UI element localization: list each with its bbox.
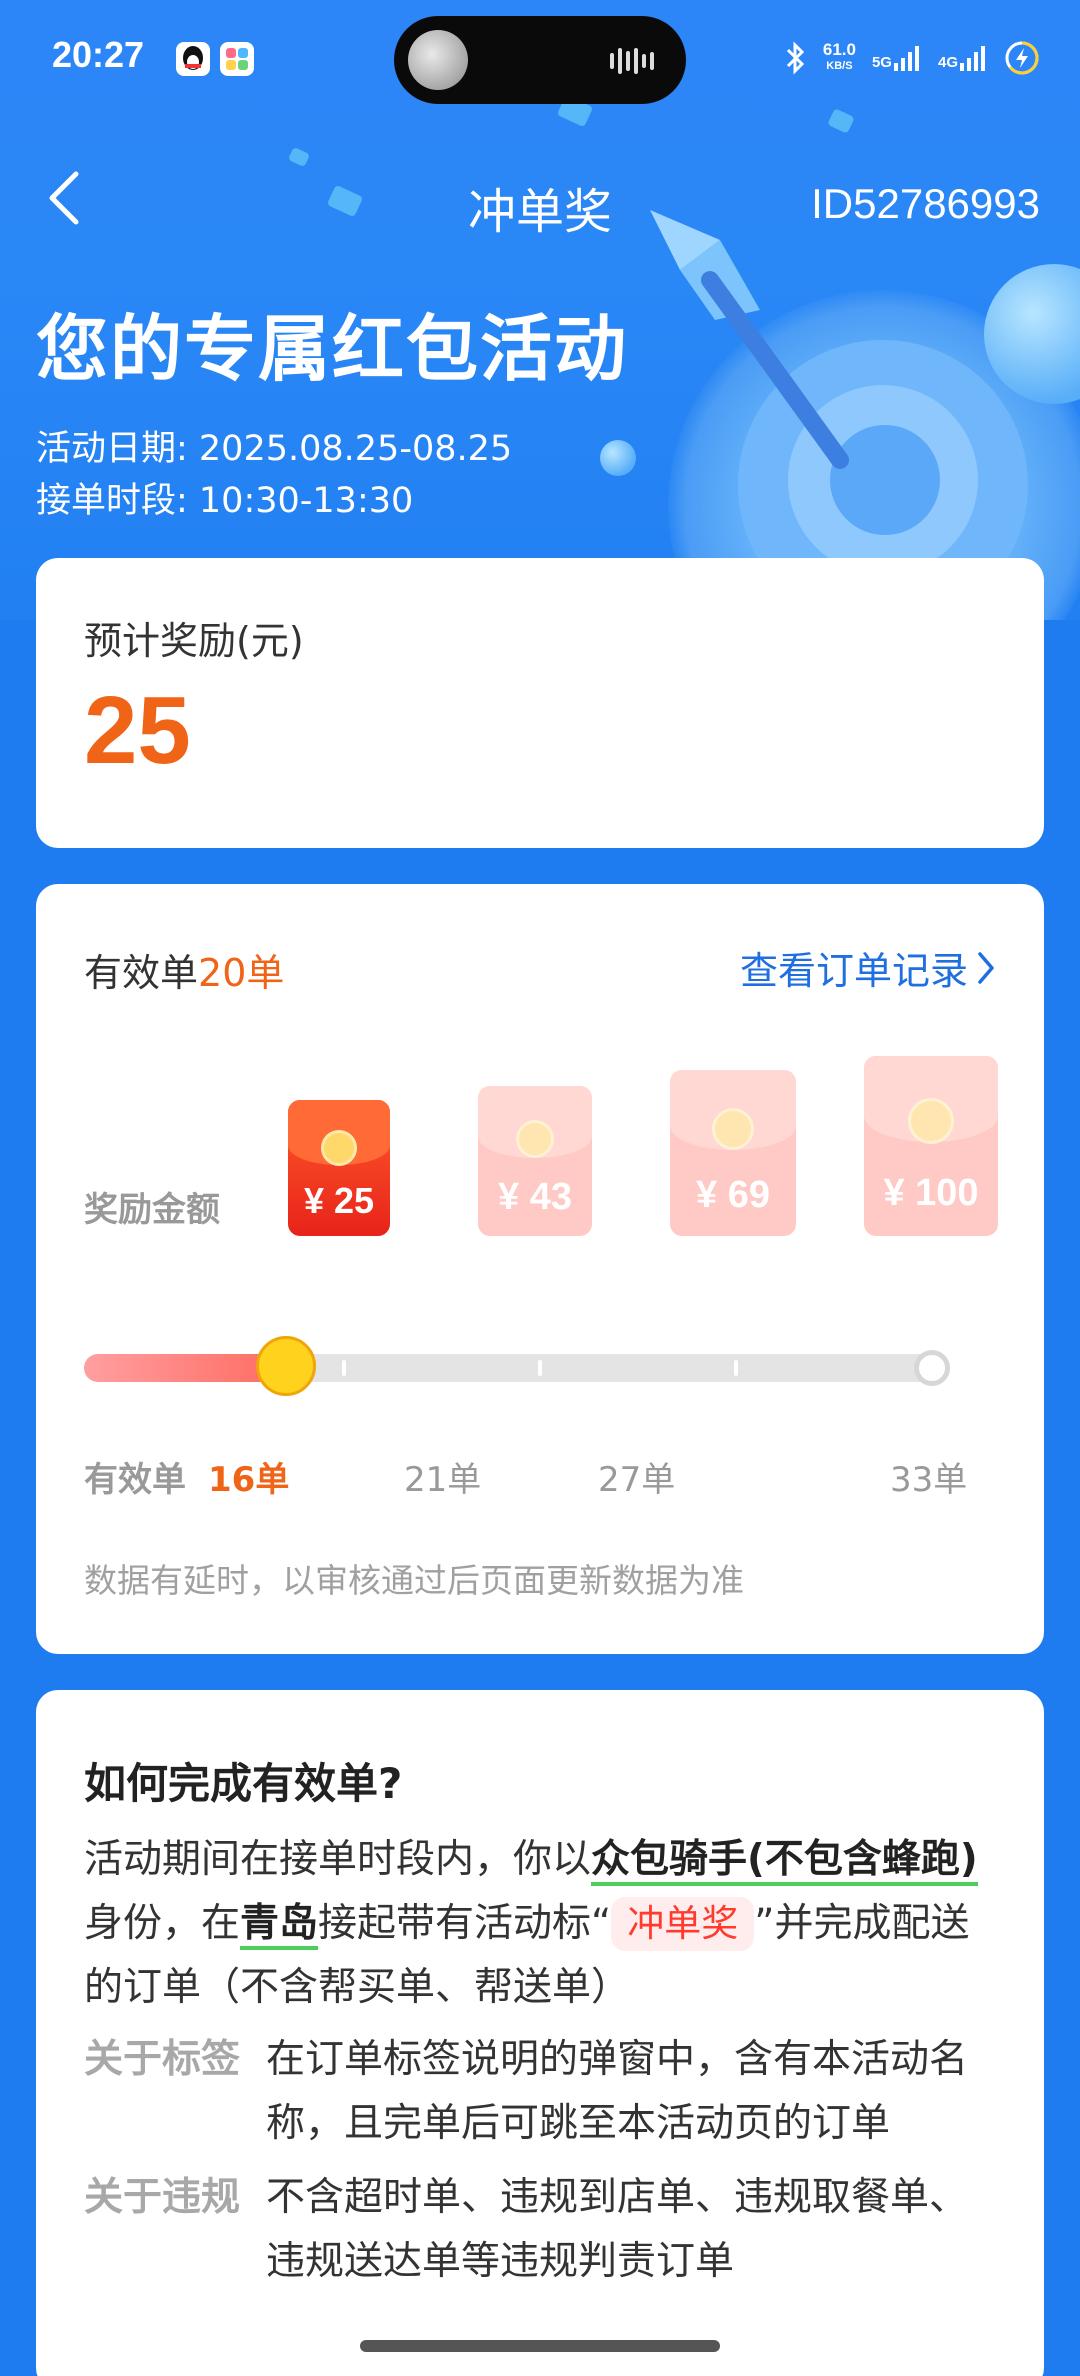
red-envelope-tier-1[interactable]: ¥ 25 xyxy=(288,1100,390,1236)
estimated-reward-value: 25 xyxy=(84,677,191,784)
rider-id: ID52786993 xyxy=(811,180,1040,227)
tier-amount: ¥ 25 xyxy=(303,1180,375,1221)
activity-date: 活动日期: 2025.08.25-08.25 xyxy=(36,429,513,469)
progress-card: 有效单20单 查看订单记录 奖励金额 ¥ 25 ¥ 43 ¥ 69 ¥ 100 … xyxy=(36,884,1044,1654)
rules-text: 活动期间在接单时段内，你以 xyxy=(84,1837,592,1882)
view-order-records-label: 查看订单记录 xyxy=(739,949,968,993)
estimated-reward-card: 预计奖励(元) 25 xyxy=(36,558,1044,848)
progress-tick xyxy=(342,1360,346,1376)
signal-4g-label: 4G xyxy=(937,54,958,71)
dynamic-island[interactable] xyxy=(394,16,686,104)
valid-orders-prefix: 有效单 xyxy=(84,951,199,995)
scale-label: 16单 xyxy=(208,1460,290,1500)
red-envelope-tier-3[interactable]: ¥ 69 xyxy=(670,1070,796,1236)
rule-value: 在订单标签说明的弹窗中，含有本活动名称，且完单后可跳至本活动页的订单 xyxy=(266,2037,969,2146)
dart-icon xyxy=(650,210,849,469)
city-highlight: 青岛 xyxy=(240,1901,319,1950)
red-envelope-tier-2[interactable]: ¥ 43 xyxy=(478,1086,592,1236)
tier-amount: ¥ 43 xyxy=(498,1176,572,1218)
coin-icon xyxy=(712,1108,754,1150)
order-time-period: 接单时段: 10:30-13:30 xyxy=(36,481,414,521)
tier-amount: ¥ 100 xyxy=(883,1172,979,1214)
island-avatar xyxy=(408,30,468,90)
audio-wave-icon xyxy=(610,48,660,74)
scale-label: 33单 xyxy=(890,1460,968,1500)
net-speed: 61.0 KB/S xyxy=(822,40,856,74)
tier-amount: ¥ 69 xyxy=(696,1174,770,1216)
scale-label: 21单 xyxy=(404,1460,482,1500)
activity-tag: 冲单奖 xyxy=(611,1897,755,1951)
reward-amount-label: 奖励金额 xyxy=(84,1190,220,1230)
bluetooth-icon xyxy=(786,41,804,75)
progress-end-marker xyxy=(914,1350,950,1386)
rule-about-tag: 关于标签 在订单标签说明的弹窗中，含有本活动名称，且完单后可跳至本活动页的订单 xyxy=(84,2028,1004,2156)
net-speed-value: 61.0 xyxy=(822,40,856,59)
coin-icon xyxy=(321,1130,357,1166)
coin-icon xyxy=(516,1120,554,1158)
scale-label-valid: 有效单 xyxy=(84,1460,186,1500)
coin-icon xyxy=(908,1098,954,1144)
rules-text: 身份，在 xyxy=(84,1901,241,1946)
home-indicator[interactable] xyxy=(360,2340,720,2352)
status-time: 20:27 xyxy=(52,34,145,75)
signal-5g-label: 5G xyxy=(871,54,892,71)
view-order-records-link[interactable]: 查看订单记录 xyxy=(740,940,996,995)
progress-knob xyxy=(256,1336,316,1396)
status-indicators: 61.0 KB/S 5G 4G xyxy=(785,38,1040,78)
battery-charging-icon xyxy=(1005,41,1039,75)
qq-app-icon xyxy=(176,42,210,76)
rules-paragraph: 活动期间在接单时段内，你以众包骑手(不包含蜂跑) 身份，在青岛接起带有活动标“ 冲单… xyxy=(84,1828,994,2020)
valid-orders-count: 20单 xyxy=(198,951,285,995)
rule-about-violation: 关于违规 不含超时单、违规到店单、违规取餐单、违规送达单等违规判责订单 xyxy=(84,2166,1004,2294)
decor-bubble xyxy=(600,440,636,476)
gallery-app-icon xyxy=(220,42,254,76)
decor-square xyxy=(827,108,855,134)
rules-text: 接起带有活动标“ xyxy=(318,1901,612,1946)
rule-key: 关于标签 xyxy=(84,2037,241,2082)
rule-key: 关于违规 xyxy=(84,2175,241,2220)
estimated-reward-label: 预计奖励(元) xyxy=(84,619,304,663)
data-delay-note: 数据有延时，以审核通过后页面更新数据为准 xyxy=(84,1561,744,1600)
signal-4g-icon: 4G xyxy=(938,45,988,71)
net-speed-unit: KB/S xyxy=(826,60,853,72)
rules-card: 如何完成有效单? 活动期间在接单时段内，你以众包骑手(不包含蜂跑) 身份，在青岛接… xyxy=(36,1690,1044,2376)
valid-orders-label: 有效单20单 xyxy=(84,942,284,997)
status-bar: 20:27 61.0 KB/S 5G 4G xyxy=(0,0,1080,110)
rider-type-highlight: 众包骑手(不包含蜂跑) xyxy=(591,1837,978,1886)
scale-label: 27单 xyxy=(598,1460,676,1500)
progress-track xyxy=(84,1336,950,1396)
red-envelope-tier-4[interactable]: ¥ 100 xyxy=(864,1056,998,1236)
signal-5g-icon: 5G xyxy=(872,45,922,71)
chevron-right-icon xyxy=(978,951,994,984)
progress-tick xyxy=(538,1360,542,1376)
progress-tick xyxy=(734,1360,738,1376)
rule-value: 不含超时单、违规到店单、违规取餐单、违规送达单等违规判责订单 xyxy=(266,2175,969,2284)
hero-title: 您的专属红包活动 xyxy=(36,307,629,391)
decor-square xyxy=(287,146,311,168)
rules-title: 如何完成有效单? xyxy=(84,1759,403,1808)
